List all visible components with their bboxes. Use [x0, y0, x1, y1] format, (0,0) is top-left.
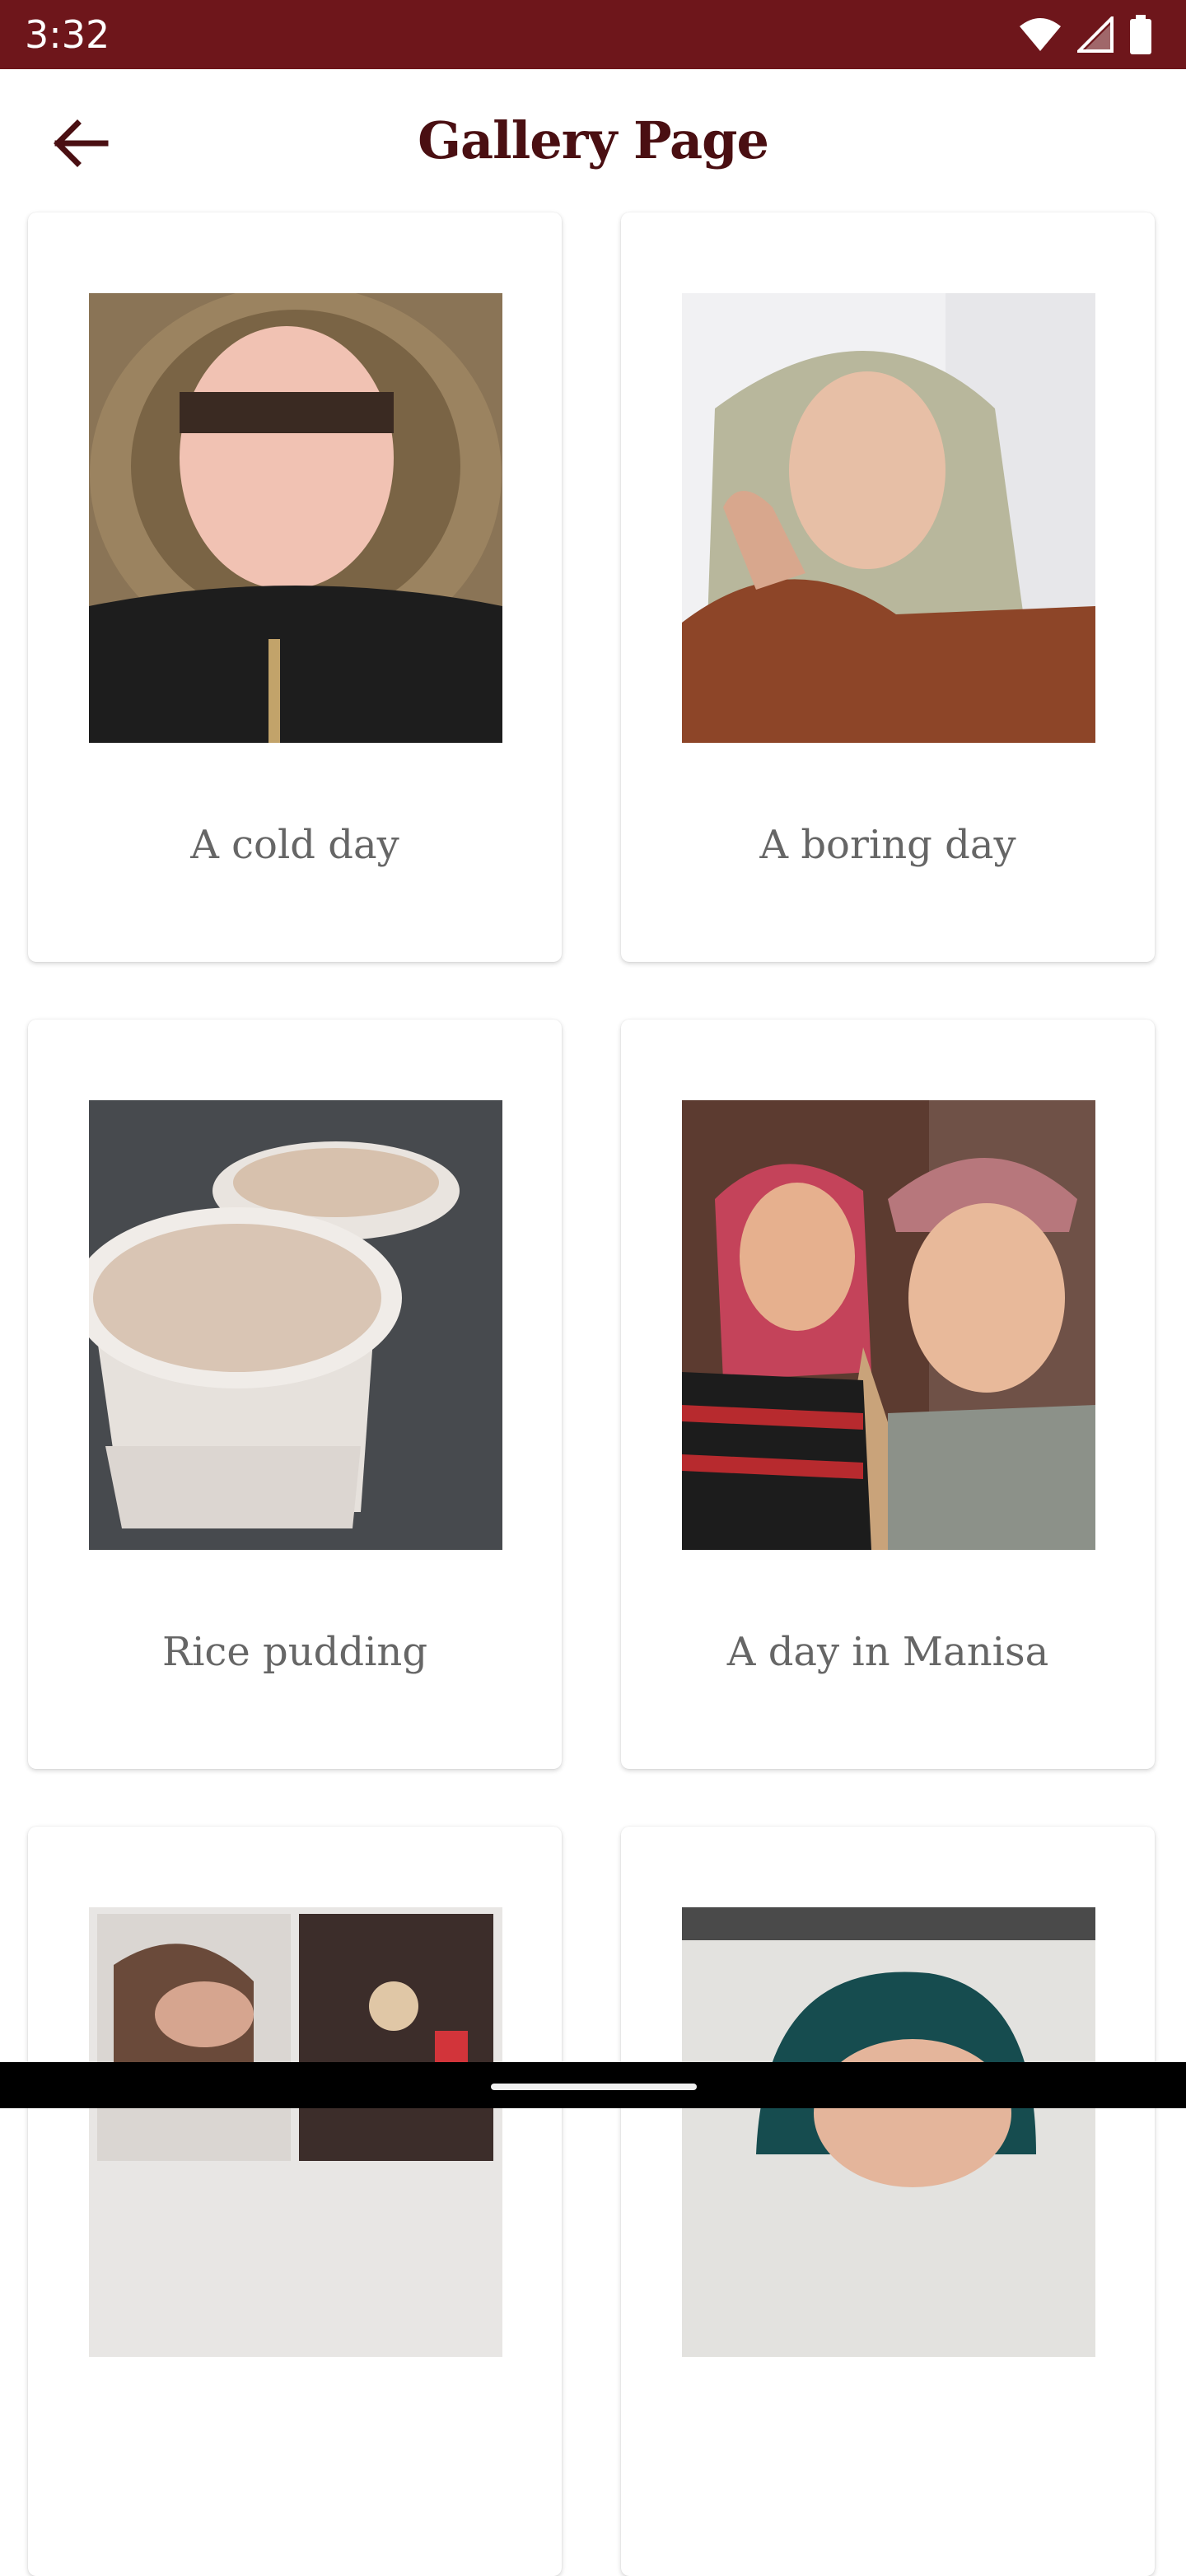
home-gesture-handle[interactable] — [491, 2084, 697, 2090]
photo-boring-day — [682, 293, 1095, 743]
battery-icon — [1130, 15, 1151, 54]
gallery-card[interactable]: A day in Manisa — [621, 1020, 1155, 1769]
status-icons — [1018, 13, 1153, 56]
photo-card-6 — [682, 1907, 1095, 2357]
gallery-card[interactable]: Rice pudding — [28, 1020, 562, 1769]
photo-day-in-manisa — [682, 1100, 1095, 1550]
photo-cold-day — [89, 293, 502, 743]
navigation-bar — [0, 2062, 1186, 2108]
photo-rice-pudding — [89, 1100, 502, 1550]
status-time: 3:32 — [25, 12, 110, 57]
photo-card-5 — [89, 1907, 502, 2357]
card-caption: A day in Manisa — [726, 1629, 1049, 1675]
card-caption: A boring day — [759, 822, 1016, 868]
status-bar: 3:32 — [0, 0, 1186, 69]
card-caption: Rice pudding — [161, 1629, 428, 1675]
gallery-card[interactable]: A boring day — [621, 212, 1155, 962]
gallery-card[interactable]: A cold day — [28, 212, 562, 962]
signal-icon — [1077, 16, 1114, 53]
wifi-icon — [1020, 18, 1061, 51]
gallery-card[interactable] — [28, 1827, 562, 2576]
app-bar: Gallery Page — [0, 69, 1186, 214]
page-title: Gallery Page — [418, 110, 769, 170]
gallery-card[interactable] — [621, 1827, 1155, 2576]
card-caption: A cold day — [190, 822, 399, 868]
